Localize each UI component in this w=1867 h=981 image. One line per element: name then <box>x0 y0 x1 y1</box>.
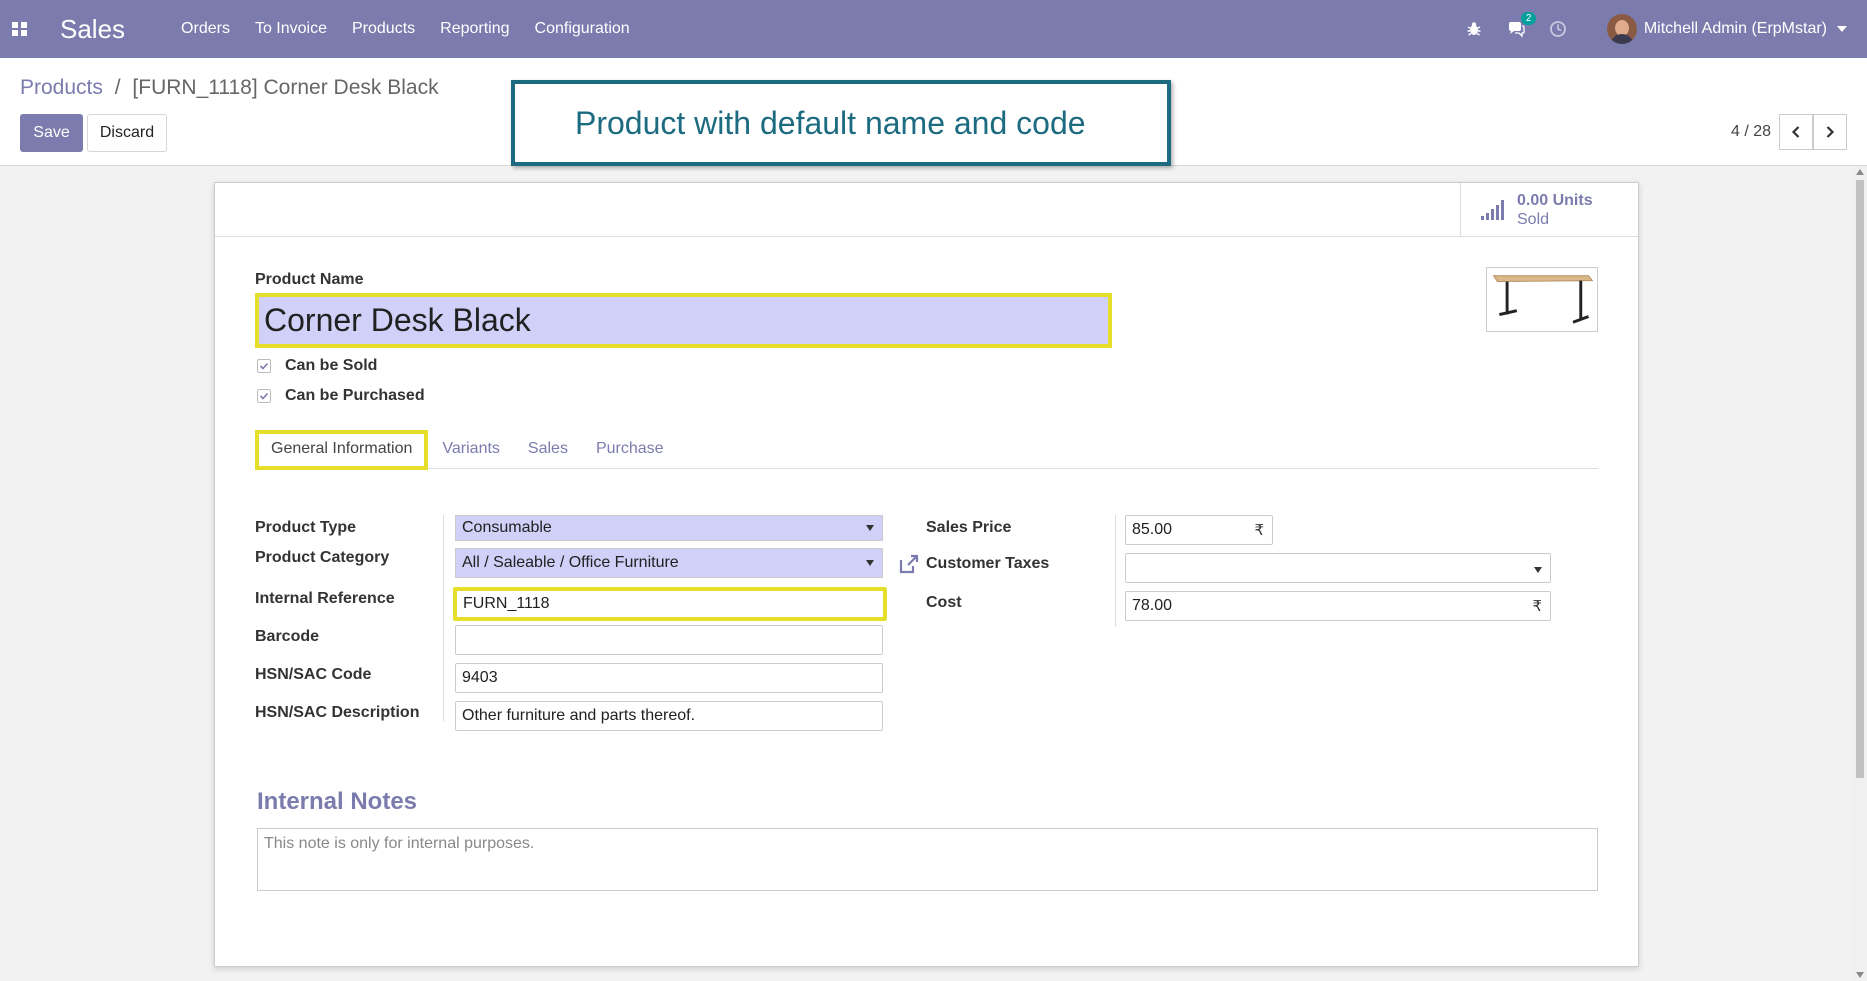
sales-price-label: Sales Price <box>926 519 1012 536</box>
main-menu: Orders To Invoice Products Reporting Con… <box>181 20 655 38</box>
can-be-sold-label: Can be Sold <box>285 357 378 374</box>
cost-label: Cost <box>926 594 962 611</box>
user-avatar[interactable] <box>1606 14 1637 44</box>
page-scrollbar[interactable] <box>1853 166 1867 981</box>
chevron-left-icon <box>1791 126 1800 138</box>
app-title[interactable]: Sales <box>60 14 125 45</box>
internal-notes-textarea[interactable]: This note is only for internal purposes. <box>257 828 1598 891</box>
internal-notes-title: Internal Notes <box>257 788 418 815</box>
product-category-label: Product Category <box>255 549 390 566</box>
user-menu-caret-icon[interactable] <box>1837 26 1847 32</box>
product-name-label: Product Name <box>255 271 364 288</box>
menu-orders[interactable]: Orders <box>181 20 230 38</box>
cost-input[interactable]: 78.00 ₹ <box>1125 591 1551 621</box>
can-be-purchased-checkbox[interactable] <box>257 389 271 403</box>
product-type-value: Consumable <box>462 519 552 536</box>
sales-price-input[interactable]: 85.00 ₹ <box>1125 515 1273 545</box>
scroll-down-arrow-icon[interactable] <box>1856 972 1864 978</box>
checkmark-icon <box>259 392 269 400</box>
activity-clock-icon[interactable] <box>1549 20 1567 38</box>
rupee-currency-icon: ₹ <box>1254 522 1264 539</box>
pager-previous-button[interactable] <box>1779 114 1813 150</box>
systray: 2 Mitchell Admin (ErpMstar) <box>1441 0 1847 58</box>
smart-button-box: 0.00 Units Sold <box>215 183 1638 237</box>
product-name-input[interactable]: Corner Desk Black <box>255 293 1112 348</box>
chevron-right-icon <box>1826 126 1835 138</box>
can-be-sold-checkbox[interactable] <box>257 359 271 373</box>
form-tabs: General Information Variants Sales Purch… <box>255 427 1598 470</box>
breadcrumb-products-link[interactable]: Products <box>20 76 103 99</box>
corner-desk-image <box>1492 275 1594 324</box>
user-menu[interactable]: Mitchell Admin (ErpMstar) <box>1644 20 1827 38</box>
hsn-code-label: HSN/SAC Code <box>255 666 372 683</box>
customer-taxes-input[interactable] <box>1125 553 1551 583</box>
save-button[interactable]: Save <box>20 114 83 152</box>
units-sold-label: Sold <box>1517 211 1550 228</box>
left-group-separator <box>443 515 444 721</box>
right-group-separator <box>1115 515 1116 627</box>
product-type-select[interactable]: Consumable <box>455 515 883 541</box>
barcode-input[interactable] <box>455 625 883 655</box>
barcode-label: Barcode <box>255 628 320 645</box>
pager-next-button[interactable] <box>1813 114 1847 150</box>
hsn-description-label: HSN/SAC Description <box>255 704 420 721</box>
external-link-icon[interactable] <box>897 552 921 576</box>
can-be-purchased-row: Can be Purchased <box>257 387 425 405</box>
message-count-badge: 2 <box>1520 12 1537 25</box>
breadcrumb-separator: / <box>114 76 121 99</box>
can-be-sold-row: Can be Sold <box>257 357 377 375</box>
tab-purchase[interactable]: Purchase <box>582 440 678 468</box>
checkmark-icon <box>259 362 269 370</box>
units-sold-value: 0.00 Units <box>1517 192 1593 209</box>
menu-reporting[interactable]: Reporting <box>440 20 509 38</box>
rupee-currency-icon: ₹ <box>1532 598 1542 615</box>
breadcrumb: Products / [FURN_1118] Corner Desk Black <box>20 76 439 100</box>
dropdown-arrow-icon <box>866 525 874 531</box>
dropdown-arrow-icon <box>866 560 874 566</box>
menu-configuration[interactable]: Configuration <box>535 20 630 38</box>
units-sold-button[interactable]: 0.00 Units Sold <box>1460 183 1638 237</box>
top-navbar: Sales Orders To Invoice Products Reporti… <box>0 0 1867 58</box>
scroll-thumb[interactable] <box>1856 180 1864 778</box>
sales-price-value: 85.00 <box>1132 521 1173 538</box>
menu-products[interactable]: Products <box>352 20 415 38</box>
product-category-value: All / Saleable / Office Furniture <box>462 554 679 571</box>
customer-taxes-label: Customer Taxes <box>926 555 1050 572</box>
debug-bug-icon[interactable] <box>1465 20 1483 38</box>
menu-to-invoice[interactable]: To Invoice <box>255 20 327 38</box>
pager-value[interactable]: 4 / 28 <box>1731 123 1771 141</box>
tab-general-information[interactable]: General Information <box>255 430 429 470</box>
tab-sales[interactable]: Sales <box>514 440 582 468</box>
internal-reference-input[interactable]: FURN_1118 <box>453 587 887 621</box>
product-category-select[interactable]: All / Saleable / Office Furniture <box>455 548 883 578</box>
product-image[interactable] <box>1486 267 1598 332</box>
internal-reference-label: Internal Reference <box>255 590 395 607</box>
scroll-up-arrow-icon[interactable] <box>1856 169 1864 175</box>
hsn-description-input[interactable]: Other furniture and parts thereof. <box>455 701 883 731</box>
signal-bars-icon <box>1481 200 1504 220</box>
form-sheet: 0.00 Units Sold Product Name Corner Desk… <box>214 182 1639 967</box>
dropdown-arrow-icon <box>1534 567 1542 573</box>
breadcrumb-current: [FURN_1118] Corner Desk Black <box>132 76 439 99</box>
hsn-code-input[interactable]: 9403 <box>455 663 883 693</box>
tab-variants[interactable]: Variants <box>428 440 514 468</box>
discard-button[interactable]: Discard <box>87 114 167 152</box>
pager: 4 / 28 <box>1731 114 1847 150</box>
cost-value: 78.00 <box>1132 597 1173 614</box>
product-type-label: Product Type <box>255 519 357 536</box>
messages-chat-icon[interactable]: 2 <box>1507 12 1537 38</box>
apps-menu-icon[interactable] <box>0 0 40 58</box>
annotation-callout: Product with default name and code <box>511 80 1171 166</box>
can-be-purchased-label: Can be Purchased <box>285 387 425 404</box>
